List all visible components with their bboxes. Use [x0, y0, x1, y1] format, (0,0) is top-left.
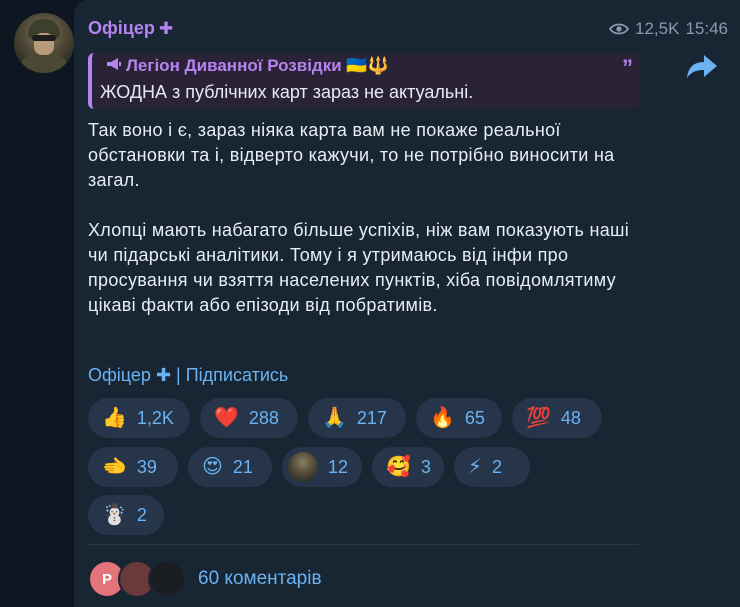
avatar-body-shape: [18, 53, 70, 73]
reaction-custom-avatar[interactable]: 12: [282, 447, 362, 487]
quote-text: ЖОДНА з публічних карт зараз не актуальн…: [100, 82, 474, 102]
reaction-count: 65: [464, 407, 485, 428]
quote-mark-icon: ”: [622, 55, 633, 80]
pray-icon: 🙏: [322, 407, 347, 429]
lightning-icon: ⚡: [468, 456, 483, 478]
reaction-fire[interactable]: 🔥 65: [416, 398, 502, 438]
quote-source: Легіон Диванної Розвідки 🇺🇦🔱: [106, 56, 389, 76]
channel-link[interactable]: Офіцер ✚: [88, 365, 171, 385]
channel-badge: ✚: [158, 19, 174, 38]
reaction-pray[interactable]: 🙏 217: [308, 398, 406, 438]
message-time: 15:46: [685, 19, 728, 38]
message-paragraph-2: Хлопці мають набагато більше успіхів, ні…: [88, 220, 630, 315]
reaction-count: 3: [420, 456, 431, 477]
subscribe-link[interactable]: Підписатись: [186, 365, 289, 385]
message-footer: Офіцер ✚ | Підписатись: [88, 365, 288, 386]
reaction-snowman[interactable]: ☃️ 2: [88, 495, 164, 535]
reaction-heart[interactable]: ❤️ 288: [200, 398, 298, 438]
forwarded-quote[interactable]: Легіон Диванної Розвідки 🇺🇦🔱 ЖОДНА з пуб…: [88, 53, 639, 109]
message-text: Так воно і є, зараз ніяка карта вам не п…: [88, 118, 648, 343]
forward-icon[interactable]: [684, 52, 720, 80]
reaction-hand[interactable]: 🫲 39: [88, 447, 178, 487]
reaction-count: 217: [356, 407, 387, 428]
reaction-count: 39: [136, 456, 157, 477]
thumbs-up-icon: 👍: [102, 407, 127, 429]
avatar-goggles-shape: [32, 35, 56, 41]
reaction-count: 2: [492, 456, 503, 477]
reaction-heart-eyes[interactable]: 😍 21: [188, 447, 272, 487]
reaction-count: 288: [248, 407, 279, 428]
reaction-count: 21: [232, 456, 253, 477]
reaction-count: 1,2K: [136, 407, 174, 428]
view-count: 12,5K: [635, 19, 680, 38]
reaction-count: 12: [327, 456, 348, 477]
snowman-icon: ☃️: [102, 504, 127, 526]
reaction-count: 48: [560, 407, 581, 428]
quote-source-name: Легіон Диванної Розвідки: [126, 56, 342, 75]
channel-name-text: Офіцер: [88, 18, 155, 38]
channel-avatar[interactable]: [14, 13, 74, 73]
megaphone-icon: [106, 56, 122, 76]
comments-button[interactable]: Р 60 коментарів: [88, 560, 322, 598]
quote-source-flags: 🇺🇦🔱: [346, 56, 389, 75]
custom-avatar-icon: [288, 452, 318, 482]
eye-icon: [609, 23, 630, 35]
message-meta: 12,5K 15:46: [609, 19, 728, 39]
comments-count-label: 60 коментарів: [198, 568, 322, 589]
reaction-thumbs-up[interactable]: 👍 1,2K: [88, 398, 190, 438]
hand-icon: 🫲: [102, 456, 127, 478]
fire-icon: 🔥: [430, 407, 455, 429]
channel-name[interactable]: Офіцер ✚: [88, 18, 173, 39]
smiling-hearts-icon: 🥰: [386, 456, 411, 478]
heart-eyes-icon: 😍: [202, 456, 223, 478]
hundred-icon: 💯: [526, 407, 551, 429]
commenter-avatar: [148, 560, 186, 598]
footer-separator: |: [171, 365, 186, 385]
comments-divider: [88, 544, 639, 545]
reaction-hundred[interactable]: 💯 48: [512, 398, 602, 438]
reaction-lightning[interactable]: ⚡ 2: [454, 447, 530, 487]
reaction-smiling-hearts[interactable]: 🥰 3: [372, 447, 444, 487]
message-paragraph-1: Так воно і є, зараз ніяка карта вам не п…: [88, 120, 615, 190]
heart-icon: ❤️: [214, 407, 239, 429]
reaction-count: 2: [136, 504, 147, 525]
